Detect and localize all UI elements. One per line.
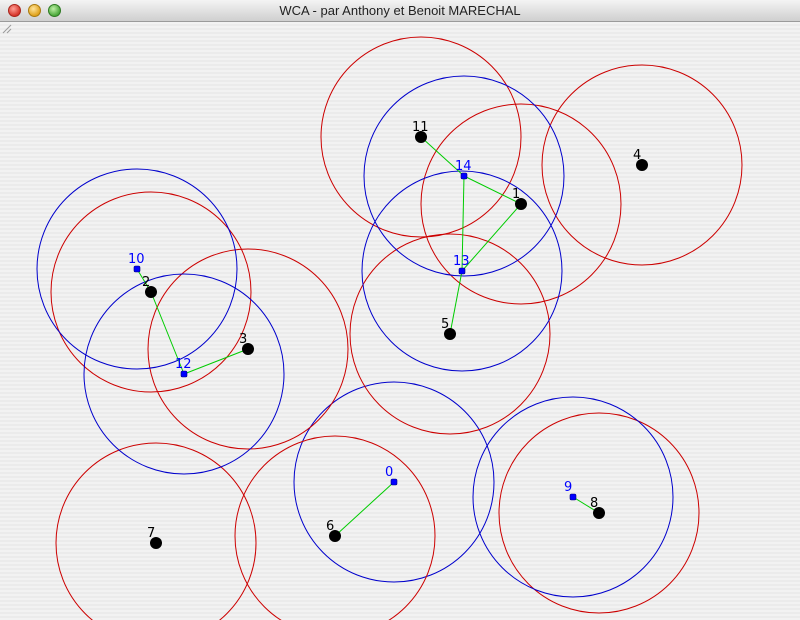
node-label-7: 7 [147, 526, 155, 541]
node-label-14: 14 [455, 159, 472, 174]
node-label-13: 13 [453, 254, 470, 269]
window-title: WCA - par Anthony et Benoit MARECHAL [279, 3, 521, 18]
node-label-3: 3 [239, 332, 247, 347]
node-label-6: 6 [326, 519, 334, 534]
nodes: 01234567891011121314 [128, 120, 648, 549]
node-label-8: 8 [590, 496, 598, 511]
network-canvas[interactable]: 0 1 2 3 4 5 6 7 8 9 10 11 12 13 14 [0, 22, 800, 620]
link-12-3 [183, 348, 249, 375]
title-bar[interactable]: WCA - par Anthony et Benoit MARECHAL [0, 0, 800, 22]
node-label-5: 5 [441, 317, 449, 332]
link-0-6 [334, 481, 395, 537]
node-label-11: 11 [412, 120, 429, 135]
app-window: WCA - par Anthony et Benoit MARECHAL 012… [0, 0, 800, 620]
resize-grip-icon[interactable] [0, 22, 12, 34]
range-circles [36, 36, 743, 620]
node-label-2: 2 [142, 275, 150, 290]
node-label-4: 4 [633, 148, 641, 163]
node-label-1: 1 [512, 187, 520, 202]
node-label-0: 0 [385, 465, 393, 480]
node-label-12: 12 [175, 357, 192, 372]
network-graph: 01234567891011121314 [36, 36, 743, 620]
range-circle-6 [234, 435, 436, 620]
link-1-13 [461, 203, 522, 272]
node-label-9: 9 [564, 480, 572, 495]
node-label-10: 10 [128, 252, 145, 267]
